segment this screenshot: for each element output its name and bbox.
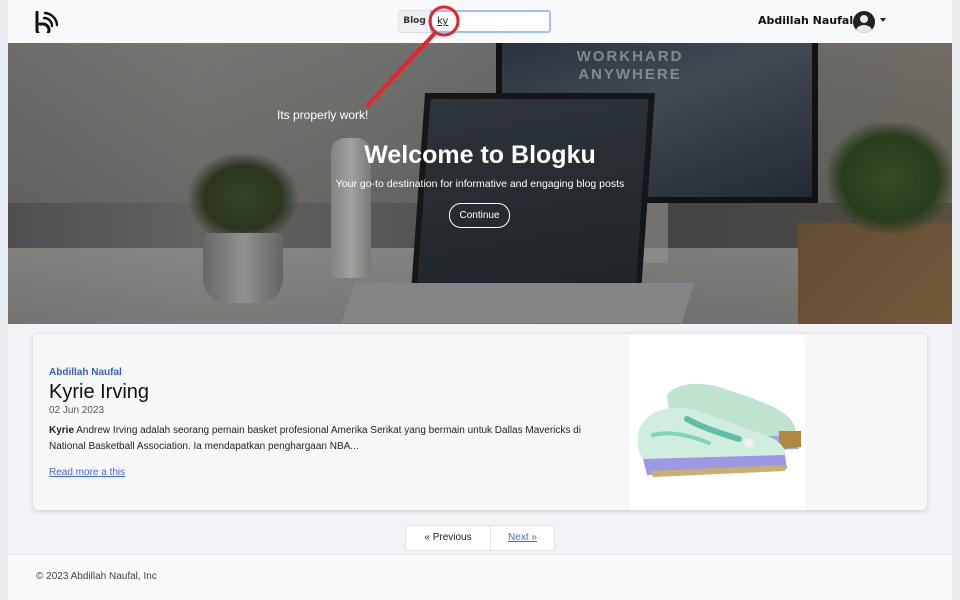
post-thumbnail-shoe-image	[629, 335, 805, 510]
avatar-icon[interactable]	[853, 11, 875, 33]
navbar: Blog ky Abdillah Naufal	[8, 0, 952, 43]
previous-page-button[interactable]: « Previous	[405, 525, 491, 551]
dropdown-caret-icon[interactable]	[880, 18, 886, 22]
read-more-link[interactable]: Read more a this	[49, 467, 125, 478]
post-card: Abdillah Naufal Kyrie Irving 02 Jun 2023…	[33, 334, 927, 510]
search-label: Blog	[398, 10, 430, 33]
next-page-link[interactable]: Next »	[491, 525, 555, 551]
hero-subtitle: Your go-to destination for informative a…	[335, 178, 625, 190]
search-group: Blog ky	[398, 10, 551, 33]
post-excerpt-bold: Kyrie	[49, 425, 75, 436]
post-author: Abdillah Naufal	[49, 367, 122, 378]
post-date: 02 Jun 2023	[49, 405, 105, 416]
post-excerpt-text: Andrew Irving adalah seorang pemain bask…	[49, 425, 581, 452]
post-excerpt: Kyrie Andrew Irving adalah seorang pemai…	[49, 423, 614, 455]
post-title: Kyrie Irving	[49, 381, 150, 403]
page: Blog ky Abdillah Naufal WORKHARD ANYWHER…	[8, 0, 952, 600]
search-input[interactable]: ky	[430, 10, 551, 33]
blogku-logo-icon[interactable]	[34, 11, 58, 33]
hero-title: Welcome to Blogku	[364, 141, 596, 169]
annotation-text: Its properly work!	[277, 108, 369, 122]
username[interactable]: Abdillah Naufal	[758, 14, 853, 27]
footer-copyright: © 2023 Abdillah Naufal, Inc	[36, 571, 157, 582]
footer: © 2023 Abdillah Naufal, Inc	[8, 554, 952, 600]
continue-button[interactable]: Continue	[449, 203, 510, 228]
pagination: « Previous Next »	[405, 525, 555, 551]
hero-banner: WORKHARD ANYWHERE Welcome to Blogku Your…	[8, 43, 952, 324]
